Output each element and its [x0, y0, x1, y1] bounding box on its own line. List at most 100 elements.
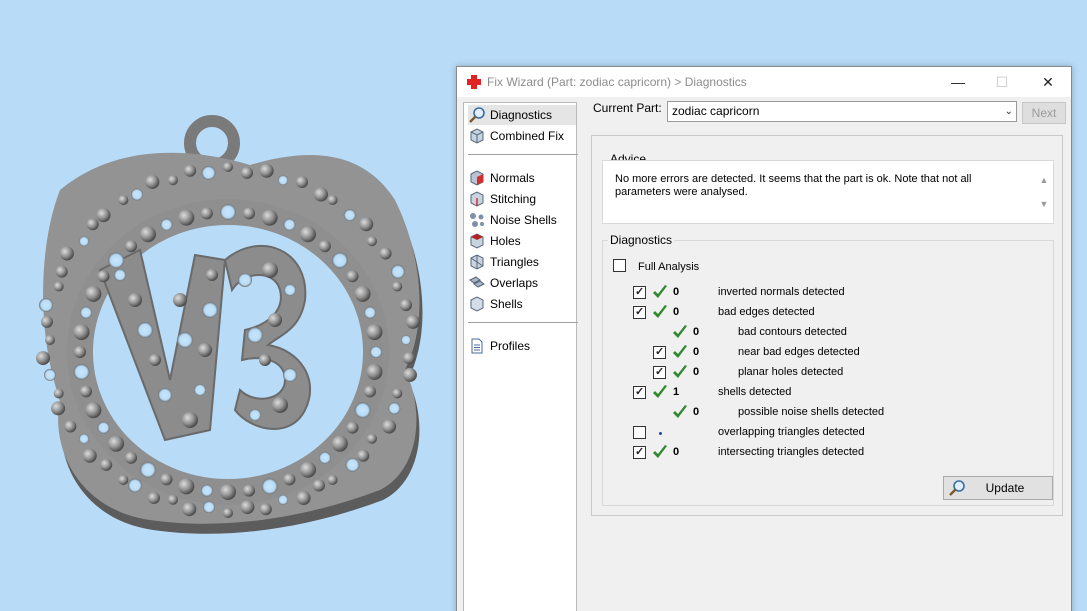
green-check-icon: [673, 365, 687, 378]
fix-wizard-window: Fix Wizard (Part: zodiac capricorn) > Di…: [456, 66, 1072, 611]
main-panel: Advice No more errors are detected. It s…: [591, 135, 1063, 516]
model-bead: [243, 484, 256, 497]
nav-item-label: Noise Shells: [490, 213, 557, 227]
model-bead: [167, 175, 178, 186]
model-bead: [64, 420, 77, 433]
model-bead: [178, 209, 195, 226]
model-bead: [53, 281, 64, 292]
model-bead: [366, 363, 383, 380]
nav-item-label: Overlaps: [490, 276, 539, 290]
model-hole: [284, 284, 296, 296]
diagnostic-checkbox[interactable]: ✓: [633, 306, 646, 319]
model-hole: [39, 298, 54, 313]
model-bead: [118, 195, 129, 206]
green-check-icon: [653, 385, 667, 398]
diagnostic-checkbox[interactable]: ✓: [653, 346, 666, 359]
diagnostic-count: 0: [693, 346, 700, 358]
red-cross-icon: [467, 75, 481, 89]
model-bead: [182, 502, 197, 517]
minimize-button[interactable]: —: [935, 67, 981, 97]
current-part-label: Current Part:: [593, 101, 662, 115]
model-bead: [366, 324, 383, 341]
model-hole: [114, 269, 126, 281]
model-bead: [300, 226, 317, 243]
checkmark-icon: ✓: [655, 366, 665, 378]
model-bead: [86, 218, 99, 231]
diagnostic-checkbox[interactable]: ✓: [633, 286, 646, 299]
model-hole: [343, 209, 356, 222]
model-bead: [367, 236, 378, 247]
nav-item-profiles[interactable]: Profiles: [468, 336, 576, 356]
model-bead: [392, 281, 403, 292]
diagnostic-label: near bad edges detected: [738, 346, 860, 358]
model-bead: [382, 419, 397, 434]
diagnostics-title: Diagnostics: [608, 233, 675, 247]
nav-item-label: Profiles: [490, 339, 531, 353]
model-bead: [296, 175, 309, 188]
model-bead: [125, 451, 138, 464]
model-bead: [178, 478, 195, 495]
nav-item-shells[interactable]: Shells: [468, 294, 576, 314]
green-check-icon: [673, 405, 687, 418]
triangles-icon: [470, 254, 484, 270]
model-hole: [177, 332, 193, 348]
stitching-icon: [470, 191, 484, 207]
diagnostic-checkbox[interactable]: ✓: [653, 366, 666, 379]
diagnostic-label: intersecting triangles detected: [718, 446, 865, 458]
model-bead: [198, 343, 212, 357]
model-bead: [300, 461, 317, 478]
model-bead: [85, 402, 102, 419]
diagnostic-checkbox[interactable]: ✓: [633, 446, 646, 459]
checkmark-icon: ✓: [635, 286, 645, 298]
checkmark-icon: ✓: [635, 306, 645, 318]
title-bar[interactable]: Fix Wizard (Part: zodiac capricorn) > Di…: [457, 67, 1071, 97]
model-hole: [278, 175, 289, 186]
nav-item-triangles[interactable]: Triangles: [468, 252, 576, 272]
model-hole: [388, 402, 401, 415]
model-hole: [78, 433, 89, 444]
model-bead: [346, 270, 359, 283]
model-bead: [173, 293, 187, 307]
model-bead: [364, 385, 377, 398]
model-hole: [43, 368, 56, 381]
diagnostic-checkbox[interactable]: [633, 426, 646, 439]
nav-item-noise-shells[interactable]: Noise Shells: [468, 210, 576, 230]
model-bead: [313, 479, 325, 492]
next-button[interactable]: Next: [1022, 102, 1066, 124]
advice-scrollbar[interactable]: ▲ ▼: [1037, 175, 1051, 219]
nav-item-overlaps[interactable]: Overlaps: [468, 273, 576, 293]
model-bead: [262, 262, 278, 278]
model-bead: [59, 246, 74, 261]
model-bead: [184, 164, 197, 177]
nav-item-diagnostics[interactable]: Diagnostics: [468, 105, 576, 125]
model-hole: [390, 264, 405, 279]
diagnostic-checkbox[interactable]: ✓: [633, 386, 646, 399]
nav-item-label: Triangles: [490, 255, 539, 269]
noise-shells-icon: [470, 213, 484, 227]
update-label: Update: [985, 481, 1025, 495]
nav-item-normals[interactable]: Normals: [468, 168, 576, 188]
nav-item-holes[interactable]: Holes: [468, 231, 576, 251]
magnifier-icon: [949, 480, 965, 496]
3d-viewport[interactable]: [0, 0, 456, 611]
model-hole: [158, 388, 172, 402]
nav-item-combined-fix[interactable]: Combined Fix: [468, 126, 576, 146]
model-bead: [327, 474, 338, 485]
model-bead: [357, 449, 370, 462]
update-button[interactable]: Update: [943, 476, 1053, 500]
checkmark-icon: ✓: [635, 386, 645, 398]
full-analysis-checkbox[interactable]: [613, 259, 626, 272]
diagnostic-label: bad contours detected: [738, 326, 847, 338]
scroll-down-icon[interactable]: ▼: [1037, 199, 1051, 209]
maximize-button[interactable]: ☐: [979, 67, 1025, 97]
model-hole: [364, 306, 377, 319]
nav-item-stitching[interactable]: Stitching: [468, 189, 576, 209]
close-button[interactable]: ✕: [1025, 67, 1071, 97]
model-bead: [167, 494, 178, 505]
model-hole: [160, 218, 173, 231]
current-part-select[interactable]: zodiac capricorn ⌄: [667, 101, 1017, 122]
model-bead: [405, 314, 420, 329]
scroll-up-icon[interactable]: ▲: [1037, 175, 1051, 185]
model-bead: [402, 367, 417, 382]
model-bead: [149, 354, 161, 366]
